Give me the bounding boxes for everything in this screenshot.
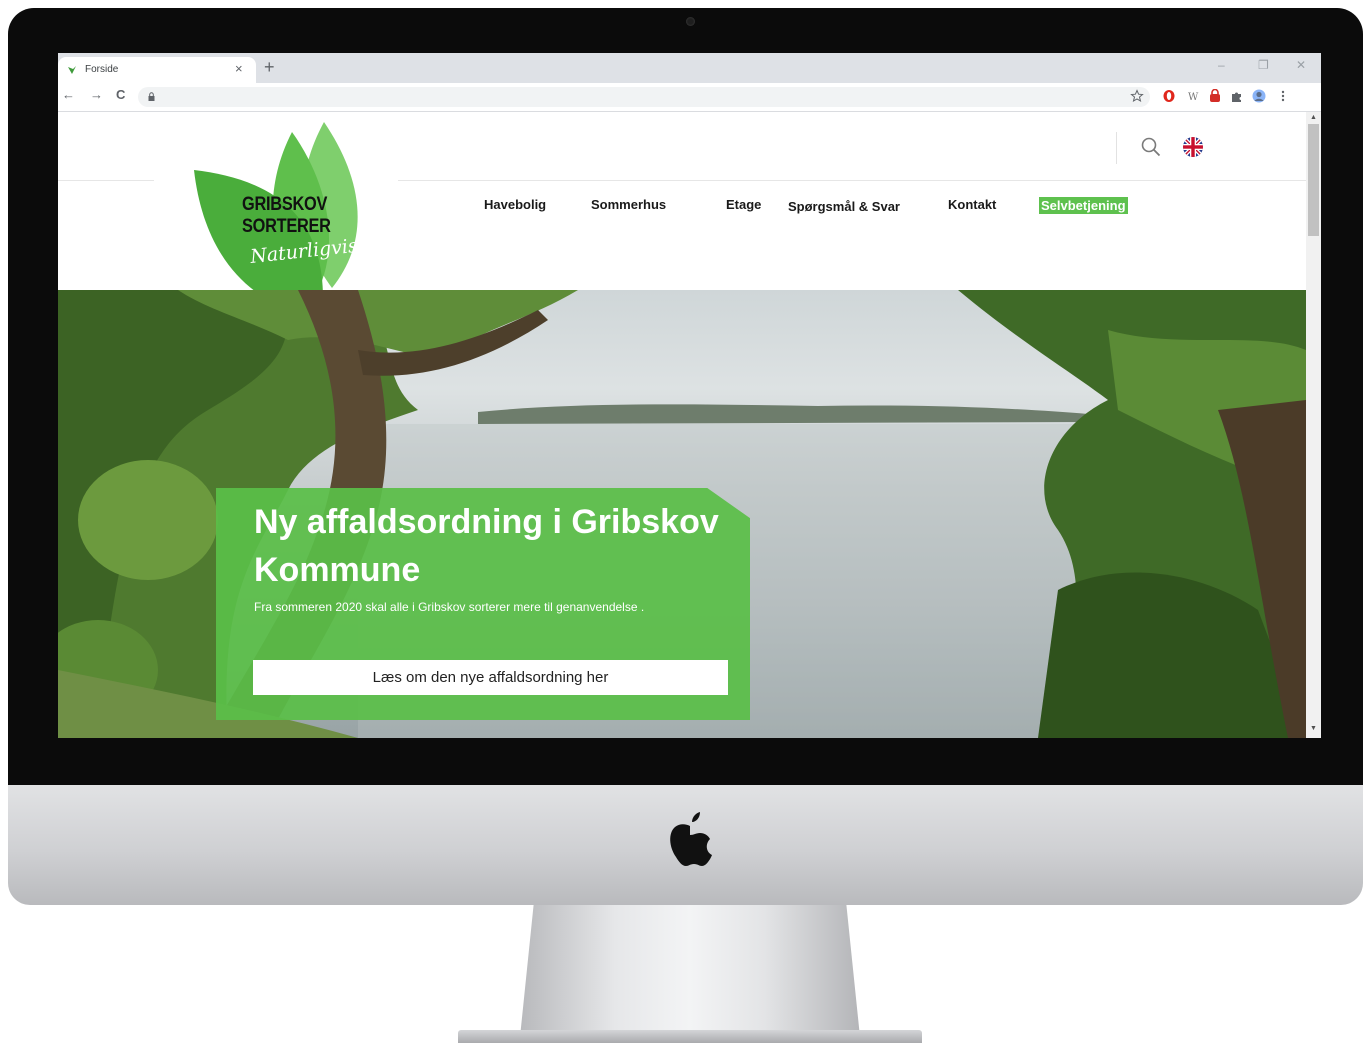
scroll-up-icon[interactable]: ▲: [1310, 114, 1317, 121]
browser-toolbar: ← → C W: [58, 83, 1321, 112]
back-button[interactable]: ←: [62, 87, 75, 102]
nav-selvbetjening[interactable]: Selvbetjening: [1039, 197, 1128, 214]
tab-forside[interactable]: Forside ×: [58, 57, 256, 83]
tab-title: Forside: [85, 64, 119, 75]
uk-flag-icon[interactable]: [1182, 136, 1204, 158]
header-separator: [1116, 132, 1117, 164]
hero-section: Ny affaldsordning i Gribskov Kommune Fra…: [58, 290, 1306, 738]
camera-icon: [686, 17, 695, 26]
scroll-down-icon[interactable]: ▼: [1310, 725, 1317, 732]
site-header: GRIBSKOV SORTERER Naturligvis! Havebolig…: [58, 112, 1306, 318]
logo[interactable]: GRIBSKOV SORTERER: [242, 194, 331, 238]
scroll-thumb[interactable]: [1308, 124, 1319, 236]
hero-title: Ny affaldsordning i Gribskov Kommune: [254, 503, 719, 589]
apple-logo-icon: [670, 812, 712, 866]
lastpass-icon[interactable]: [1208, 89, 1222, 103]
reload-button[interactable]: C: [116, 87, 125, 102]
new-tab-button[interactable]: +: [264, 57, 275, 77]
nav-kontakt[interactable]: Kontakt: [948, 197, 996, 212]
page-scrollbar[interactable]: ▲ ▼: [1306, 112, 1321, 738]
hero-subtitle: Fra sommeren 2020 skal alle i Gribskov s…: [254, 600, 645, 614]
monitor-stand-base: [458, 1030, 922, 1043]
nav-sommerhus[interactable]: Sommerhus: [591, 197, 666, 212]
minimize-button[interactable]: –: [1218, 58, 1225, 72]
browser-window: Forside × + – ❐ ✕ ← → C W GRIBSKOV SORTE…: [58, 53, 1321, 738]
opera-icon[interactable]: [1162, 89, 1176, 103]
nav-sporgsmal-svar[interactable]: Spørgsmål & Svar: [788, 199, 900, 214]
logo-line2: SORTERER: [242, 216, 331, 237]
nav-havebolig[interactable]: Havebolig: [484, 197, 546, 212]
profile-avatar[interactable]: [1252, 89, 1266, 103]
close-tab-icon[interactable]: ×: [235, 61, 243, 77]
search-icon[interactable]: [1140, 136, 1162, 158]
nav-etage[interactable]: Etage: [726, 197, 761, 212]
wikipedia-icon[interactable]: W: [1186, 89, 1200, 103]
forward-button[interactable]: →: [90, 87, 103, 102]
star-icon[interactable]: [1130, 89, 1144, 103]
leaf-favicon-icon: [68, 66, 76, 74]
lock-icon: [148, 92, 155, 101]
read-more-button[interactable]: Læs om den nye affaldsordning her: [253, 660, 728, 695]
header-divider: [58, 180, 154, 181]
menu-icon[interactable]: [1276, 89, 1290, 103]
header-divider: [398, 180, 1306, 181]
close-window-button[interactable]: ✕: [1296, 58, 1306, 72]
svg-text:W: W: [1188, 92, 1199, 103]
address-bar[interactable]: [138, 87, 1150, 107]
puzzle-icon[interactable]: [1230, 89, 1244, 103]
monitor-stand: [520, 905, 860, 1037]
logo-line1: GRIBSKOV: [242, 194, 328, 215]
restore-button[interactable]: ❐: [1258, 58, 1269, 72]
tab-strip: Forside × + – ❐ ✕: [58, 53, 1321, 83]
